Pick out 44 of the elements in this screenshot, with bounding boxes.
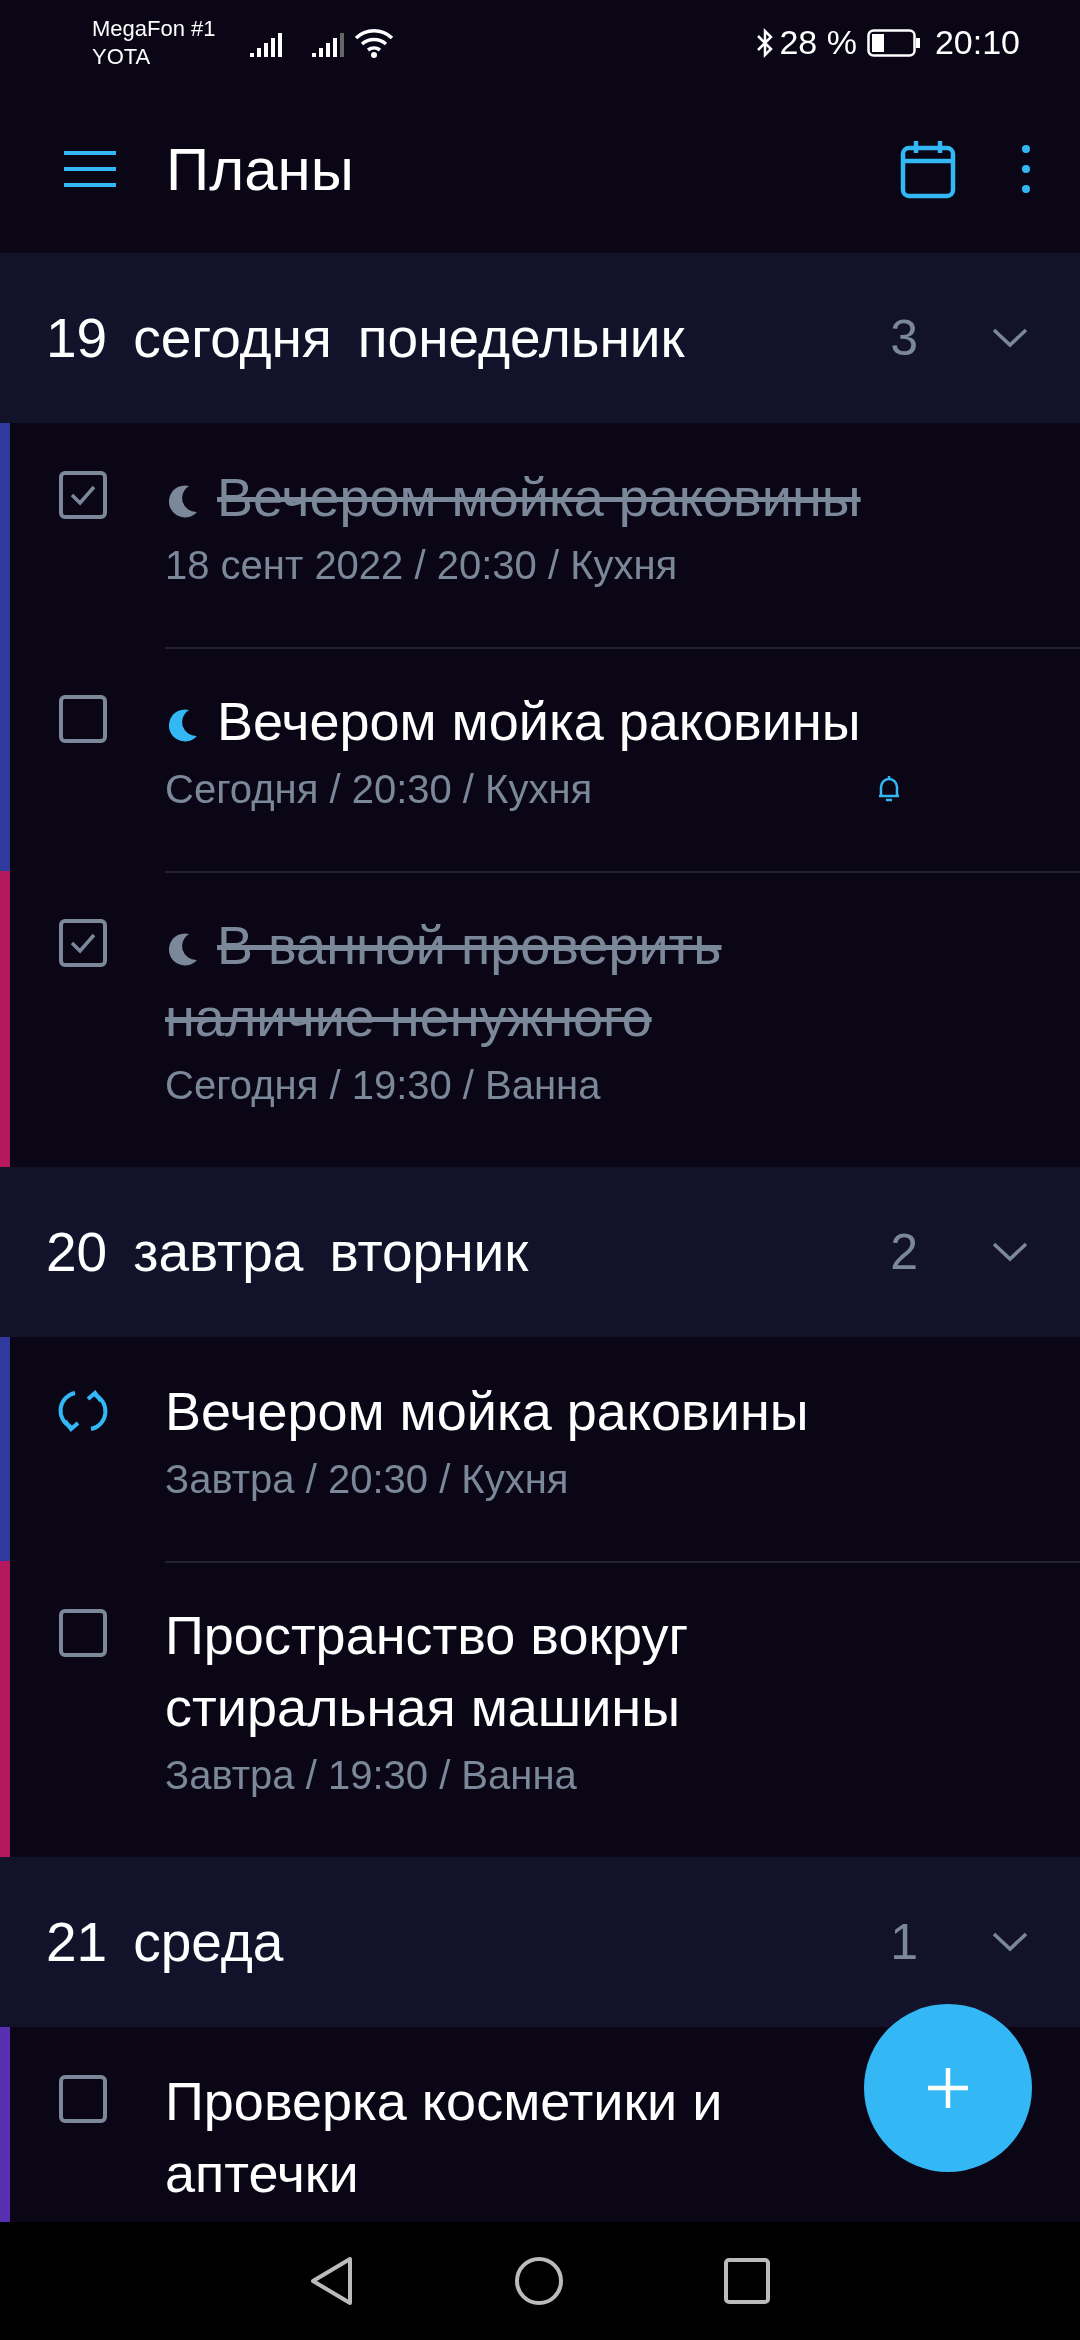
weekday: вторник xyxy=(329,1220,529,1284)
screen-title: Планы xyxy=(166,134,355,204)
task-details: 18 сент 2022 / 20:30 / Кухня xyxy=(165,542,679,588)
task-details: Завтра / 20:30 / Кухня xyxy=(165,1456,570,1502)
task-title: Вечером мойка раковины xyxy=(165,685,905,757)
task-title: Проверка косметики и аптечки xyxy=(165,2070,724,2205)
task-title: Вечером мойка раковины xyxy=(165,461,905,533)
day-number: 21 xyxy=(46,1910,108,1974)
task-count: 1 xyxy=(890,1913,918,1971)
calendar-icon xyxy=(900,139,956,199)
chevron-icon xyxy=(992,1931,1028,1953)
task-count: 3 xyxy=(890,309,918,367)
task-details: Сегодня / 19:30 / Ванна xyxy=(165,1062,602,1108)
weekday: среда xyxy=(133,1910,284,1974)
day-relative: завтра xyxy=(133,1220,304,1284)
recents-icon[interactable] xyxy=(724,2258,770,2304)
task-details: Завтра / 19:30 / Ванна xyxy=(165,1752,578,1798)
checkbox[interactable] xyxy=(58,2075,107,2123)
task-title: Вечером мойка раковины xyxy=(165,1380,810,1443)
carrier-name: YOTA xyxy=(92,42,152,71)
chevron-icon xyxy=(992,327,1028,349)
carrier-name: MegaFon #1 xyxy=(92,14,216,43)
back-icon[interactable] xyxy=(310,2256,354,2306)
day-number: 19 xyxy=(46,306,108,370)
plus-icon xyxy=(926,2066,970,2110)
clock-time: 20:10 xyxy=(934,23,1020,62)
battery-icon xyxy=(866,28,921,57)
task-title: Пространство вокруг стиральная машины xyxy=(165,1604,690,1739)
checkbox[interactable] xyxy=(58,1609,107,1657)
task-title: В ванной проверить наличие ненужного xyxy=(165,914,723,1049)
more-icon xyxy=(1020,143,1032,195)
checkbox[interactable] xyxy=(58,919,107,967)
chevron-icon xyxy=(992,1241,1028,1263)
menu-icon xyxy=(62,149,118,189)
day-relative: сегодня xyxy=(133,306,332,370)
battery-percent: 28 % xyxy=(779,23,857,62)
checkbox[interactable] xyxy=(58,471,107,519)
weekday: понедельник xyxy=(357,306,685,370)
wifi-icon xyxy=(353,27,394,58)
checkbox[interactable] xyxy=(58,695,107,743)
task-count: 2 xyxy=(890,1223,918,1281)
task-details: Сегодня / 20:30 / Кухня xyxy=(165,766,594,812)
home-icon[interactable] xyxy=(514,2256,564,2306)
day-number: 20 xyxy=(46,1220,108,1284)
